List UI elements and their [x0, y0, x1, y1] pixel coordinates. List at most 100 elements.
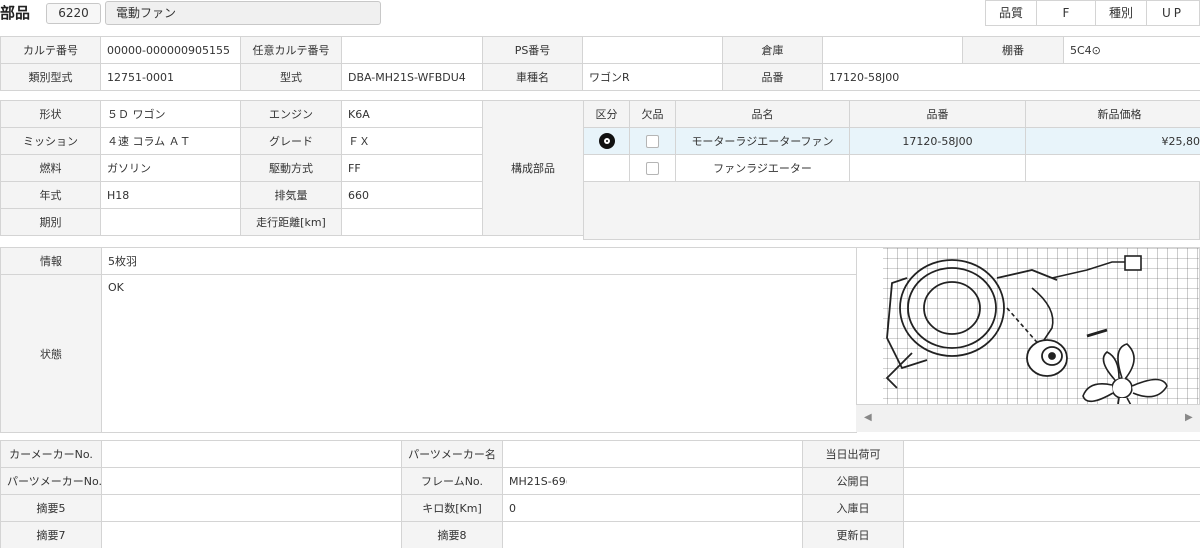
grade-value: ＦＸ [341, 127, 483, 155]
image-scrollbar[interactable] [856, 404, 1200, 432]
ps-number-value [582, 36, 723, 64]
type-label: 種別 [1095, 0, 1147, 26]
price-cell: ¥25,800 [1025, 127, 1200, 155]
engine-label: エンジン [240, 100, 342, 128]
summary8-label: 摘要8 [401, 521, 503, 548]
update-label: 更新日 [802, 521, 904, 548]
summary5-label: 摘要5 [0, 494, 102, 522]
part-name-header: 品名 [675, 100, 850, 128]
part-name-cell: ファンラジエーター [675, 154, 850, 182]
part-code-field[interactable]: 6220 [46, 3, 101, 24]
car-name-label: 車種名 [482, 63, 583, 91]
vehicle-table: 形状 ５Ｄ ワゴン エンジン K6A 構成部品 ミッション ４速 コラム ＡＴ … [0, 100, 584, 236]
warehouse-label: 倉庫 [722, 36, 823, 64]
grade-label: グレード [240, 127, 342, 155]
summary5-value [101, 494, 402, 522]
car-maker-label: カーメーカーNo. [0, 440, 102, 468]
shelf-value: 5C4⊙ [1063, 36, 1200, 64]
fuel-value: ガソリン [100, 154, 241, 182]
class-model-value: 12751-0001 [100, 63, 241, 91]
shelf-label: 棚番 [962, 36, 1064, 64]
warehouse-value [822, 36, 963, 64]
table-row[interactable]: モーターラジエーターファン 17120-58J00 ¥25,800 [583, 127, 1200, 155]
part-number-cell [849, 154, 1026, 182]
quality-label: 品質 [985, 0, 1037, 26]
ship-today-label: 当日出荷可 [802, 440, 904, 468]
quality-value: F [1036, 0, 1096, 26]
parts-maker-no-value [101, 467, 402, 495]
car-name-value: ワゴンR [582, 63, 723, 91]
ship-today-value [903, 440, 1200, 468]
missing-checkbox[interactable] [646, 134, 659, 148]
arrival-label: 入庫日 [802, 494, 904, 522]
kubun-header: 区分 [583, 100, 630, 128]
bottom-table: カーメーカーNo. パーツメーカー名 当日出荷可 パーツメーカーNo. フレーム… [0, 440, 1200, 548]
drive-label: 駆動方式 [240, 154, 342, 182]
shape-value: ５Ｄ ワゴン [100, 100, 241, 128]
summary7-label: 摘要7 [0, 521, 102, 548]
price-cell [1025, 154, 1200, 182]
scroll-right-arrow[interactable]: ▶ [1185, 412, 1193, 423]
notes-table: 情報 5枚羽 状態 OK [0, 247, 857, 433]
km-label: キロ数[Km] [401, 494, 503, 522]
year-label: 年式 [0, 181, 101, 209]
summary8-value [502, 521, 803, 548]
missing-checkbox[interactable] [646, 161, 659, 175]
parts-maker-no-label: パーツメーカーNo. [0, 467, 102, 495]
engine-value: K6A [341, 100, 483, 128]
mission-value: ４速 コラム ＡＴ [100, 127, 241, 155]
part-number-label: 品番 [722, 63, 823, 91]
part-number-value: 17120-58J00 [822, 63, 1200, 91]
part-name-field[interactable]: 電動ファン [105, 1, 381, 25]
frame-value-text: MH21S-69( [509, 474, 567, 488]
drive-value: FF [341, 154, 483, 182]
condition-value[interactable]: OK [101, 274, 857, 433]
period-value [100, 208, 241, 236]
mileage-value [341, 208, 483, 236]
missing-cell [629, 154, 676, 182]
part-number-header: 品番 [849, 100, 1026, 128]
frame-label: フレームNo. [401, 467, 503, 495]
period-label: 期別 [0, 208, 101, 236]
shape-label: 形状 [0, 100, 101, 128]
model-label: 型式 [240, 63, 342, 91]
part-number-cell: 17120-58J00 [849, 127, 1026, 155]
optional-karte-value [341, 36, 483, 64]
mission-label: ミッション [0, 127, 101, 155]
year-value: H18 [100, 181, 241, 209]
missing-cell [629, 127, 676, 155]
car-maker-value [101, 440, 402, 468]
optional-karte-label: 任意カルテ番号 [240, 36, 342, 64]
summary7-value [101, 521, 402, 548]
displacement-label: 排気量 [240, 181, 342, 209]
info-table-1: カルテ番号 00000-000000905155 任意カルテ番号 PS番号 倉庫… [0, 36, 1200, 91]
disc-icon [598, 133, 615, 149]
update-value [903, 521, 1200, 548]
kubun-cell [583, 127, 630, 155]
km-value: 0 [502, 494, 803, 522]
class-model-label: 類別型式 [0, 63, 101, 91]
karte-number-label: カルテ番号 [0, 36, 101, 64]
part-name-cell: モーターラジエーターファン [675, 127, 850, 155]
info-label: 情報 [0, 247, 102, 275]
missing-header: 欠品 [629, 100, 676, 128]
mileage-label: 走行距離[km] [240, 208, 342, 236]
page-title: 部品 [0, 4, 31, 22]
info-value: 5枚羽 [101, 247, 857, 275]
arrival-value [903, 494, 1200, 522]
parts-table: 区分 欠品 品名 品番 新品価格 モーターラジエーターファン 17120-58J… [583, 100, 1200, 182]
public-date-value [903, 467, 1200, 495]
new-price-header: 新品価格 [1025, 100, 1200, 128]
components-label: 構成部品 [482, 100, 584, 236]
frame-value: MH21S-69( [502, 467, 803, 495]
type-value: UP [1146, 0, 1200, 26]
condition-label: 状態 [0, 274, 102, 433]
scroll-left-arrow[interactable]: ◀ [864, 412, 872, 423]
fuel-label: 燃料 [0, 154, 101, 182]
table-row[interactable]: ファンラジエーター [583, 154, 1200, 182]
karte-number-value: 00000-000000905155 [100, 36, 241, 64]
parts-maker-name-label: パーツメーカー名 [401, 440, 503, 468]
kubun-cell [583, 154, 630, 182]
public-date-label: 公開日 [802, 467, 904, 495]
parts-maker-name-value [502, 440, 803, 468]
